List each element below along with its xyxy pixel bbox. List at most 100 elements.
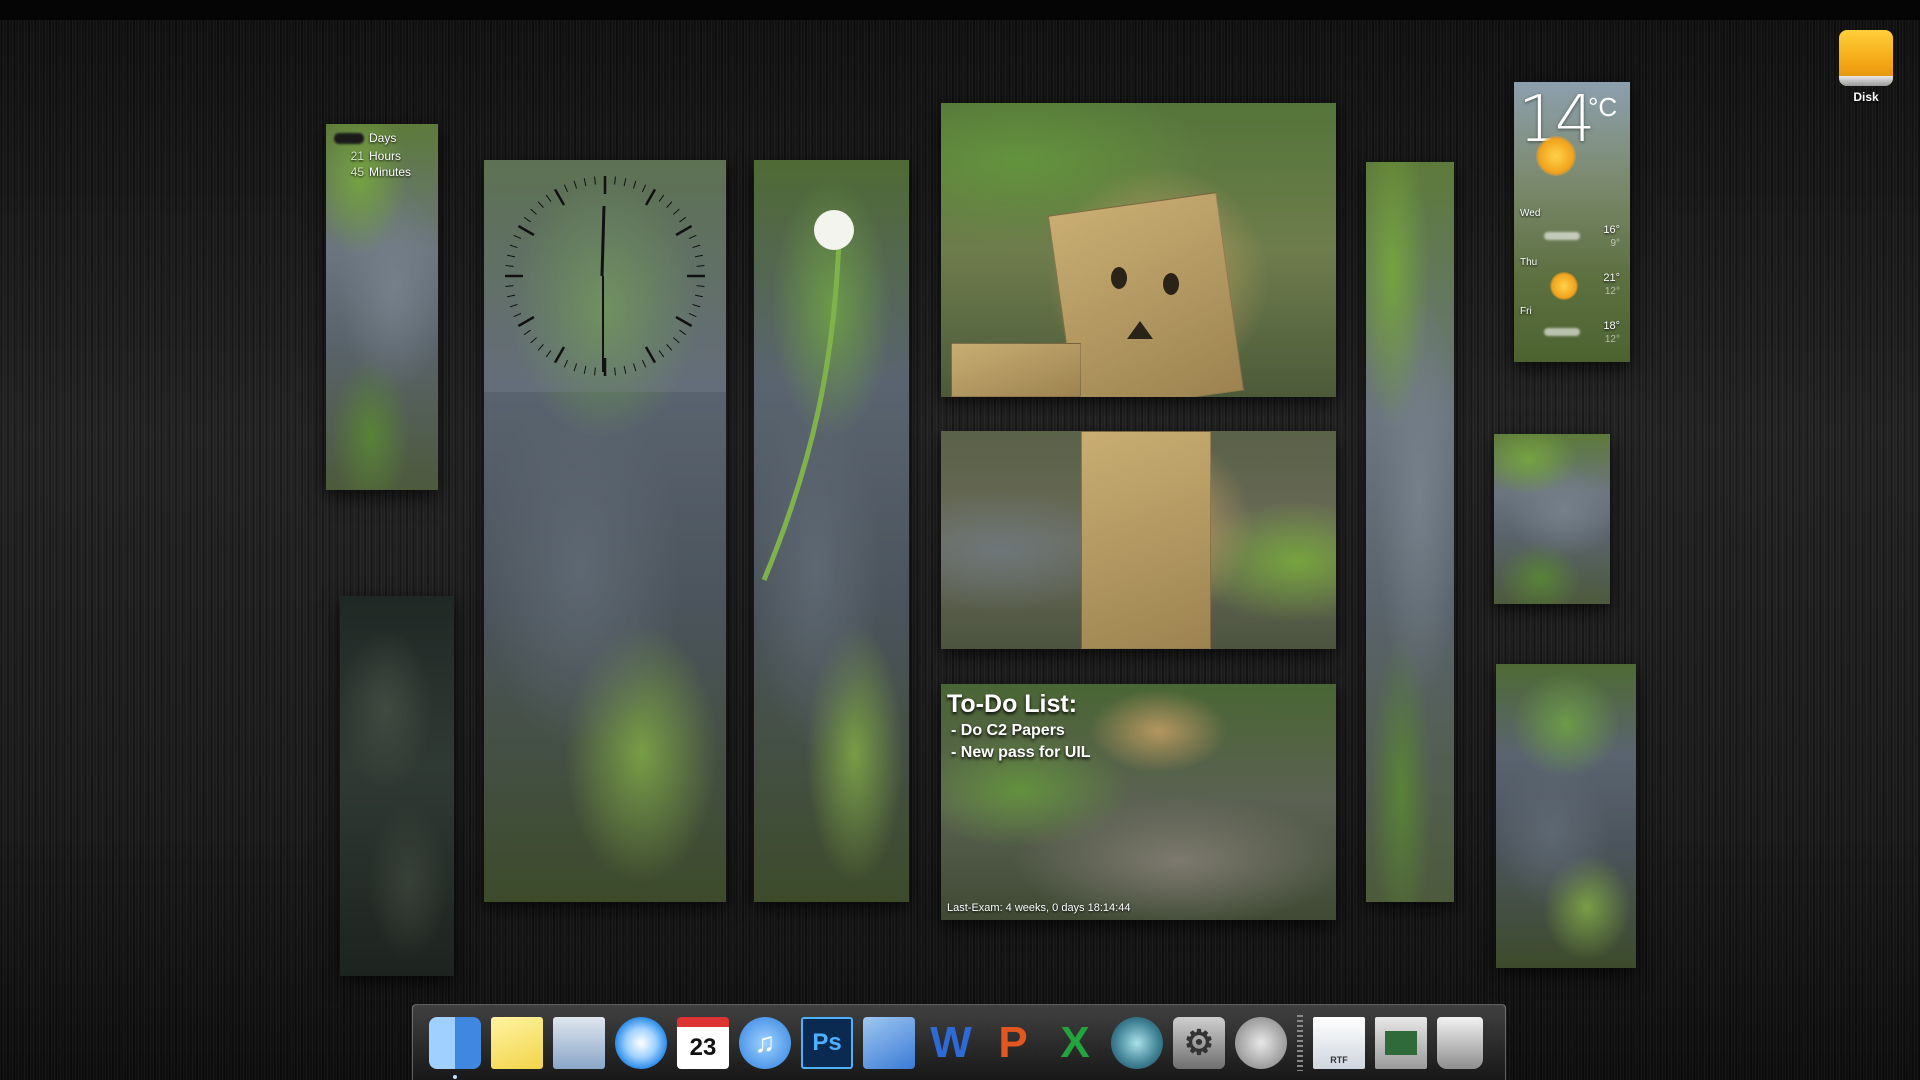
system-preferences-icon[interactable]: ⚙ [1173,1016,1225,1069]
itunes-icon[interactable]: ♫ [739,1016,791,1069]
time-machine-icon[interactable] [1111,1016,1163,1069]
danbo-mouth [1127,321,1153,339]
weather-widget[interactable]: 14 °C Wed 16° 9° Thu 21° 12° Fri 18° 12° [1514,82,1630,362]
clock-tick [523,329,531,336]
clock-tick [666,344,673,351]
photo-tile-clock [484,160,726,902]
top-bar [0,0,1920,20]
clock-tick [641,184,647,193]
countdown-minutes-value: 45 [350,165,364,179]
powerpoint-glyph: P [998,1017,1028,1067]
image-thumbnail [1385,1030,1417,1055]
clock-tick [679,329,687,336]
temperature-unit: °C [1588,92,1618,122]
forecast-day: Thu [1520,257,1538,268]
clock-tick [675,315,693,328]
todo-item: - New pass for UIL [951,744,1091,761]
clock-tick [614,367,616,376]
photo-tile-todo: To-Do List: - Do C2 Papers - New pass fo… [941,684,1336,920]
photo-tile-flower [754,160,909,902]
clock-tick [563,359,569,368]
forecast-day: Fri [1520,306,1532,317]
clock-tick [505,285,514,287]
clock-tick [563,184,569,193]
clock-tick [523,216,531,223]
clock-face-icon [505,176,705,376]
forecast-high: 18° [1603,320,1620,332]
disk-label: Disk [1853,90,1879,104]
excel-icon[interactable]: X [1049,1017,1101,1069]
photo-tile-right-narrow [1366,162,1454,902]
calendar-icon[interactable]: 23 [677,1016,729,1069]
external-drive-icon [1839,30,1893,86]
countdown-hours-value: 21 [350,149,364,163]
itunes-glyph: ♫ [754,1026,776,1058]
stickies-icon[interactable] [491,1016,543,1069]
clock-tick [507,294,516,298]
sunny-icon [1536,136,1576,176]
clock-tick [573,180,578,189]
forecast-high: 21° [1603,272,1620,284]
analog-clock-widget[interactable] [484,160,726,392]
photoshop-icon[interactable]: Ps [801,1016,853,1069]
cloudy-icon [1544,328,1580,336]
clock-tick [688,312,697,318]
rtf-document-icon[interactable]: RTF [1313,1016,1365,1069]
todo-widget[interactable]: To-Do List: - Do C2 Papers - New pass fo… [947,688,1091,764]
clock-tick [517,224,535,237]
launchpad-icon[interactable] [1235,1016,1287,1069]
clock-tick [583,365,587,374]
trash-icon[interactable] [1437,1016,1483,1069]
clock-tick [692,244,701,249]
forecast-high: 16° [1603,224,1620,236]
clock-tick [530,208,537,215]
clock-tick [545,194,552,202]
forecast-low: 9° [1610,238,1620,249]
clock-tick [692,303,701,308]
clock-tick [507,254,516,258]
rtf-label: RTF [1330,1054,1348,1065]
clock-tick [553,188,566,206]
safari-icon[interactable] [615,1016,667,1069]
preview-image-icon[interactable] [1375,1016,1427,1069]
xcode-icon[interactable] [863,1016,915,1069]
clock-tick [644,188,657,206]
word-icon[interactable]: W [925,1017,977,1069]
clock-tick [658,350,665,358]
clock-tick [675,224,693,237]
clock-tick [573,363,578,372]
word-glyph: W [930,1017,972,1067]
clock-tick [509,244,518,249]
clock-tick [694,254,703,258]
clock-tick [509,303,518,308]
clock-tick [583,178,587,187]
photo-tile-small-right [1494,434,1610,604]
clover-flower-icon [761,210,854,581]
clock-tick [594,367,596,376]
clock-tick [537,201,544,208]
countdown-hours-label: Hours [369,149,402,163]
powerpoint-icon[interactable]: P [987,1017,1039,1069]
clock-tick [553,346,566,364]
clock-tick [537,344,544,351]
clock-hour-hand [600,205,606,277]
forecast-day: Wed [1520,208,1541,219]
forecast-low: 12° [1604,334,1620,345]
clock-tick [673,208,680,215]
countdown-days-label: Days [369,131,397,145]
clock-tick [641,359,647,368]
danbo-arm [951,343,1081,397]
countdown-minutes-label: Minutes [369,165,412,179]
danbo-left-eye [1111,267,1127,289]
clock-tick [666,201,673,208]
gear-glyph: ⚙ [1183,1023,1215,1062]
mail-icon[interactable] [553,1016,605,1069]
danbo-right-eye [1163,273,1179,295]
clock-tick [694,294,703,298]
clock-tick [696,285,705,287]
clock-tick [594,176,596,185]
countdown-widget[interactable]: Days 21 Hours 45 Minutes [334,130,411,180]
finder-icon[interactable] [429,1016,481,1079]
todo-item: - Do C2 Papers [951,722,1065,739]
desktop-disk-icon[interactable]: Disk [1834,30,1898,104]
